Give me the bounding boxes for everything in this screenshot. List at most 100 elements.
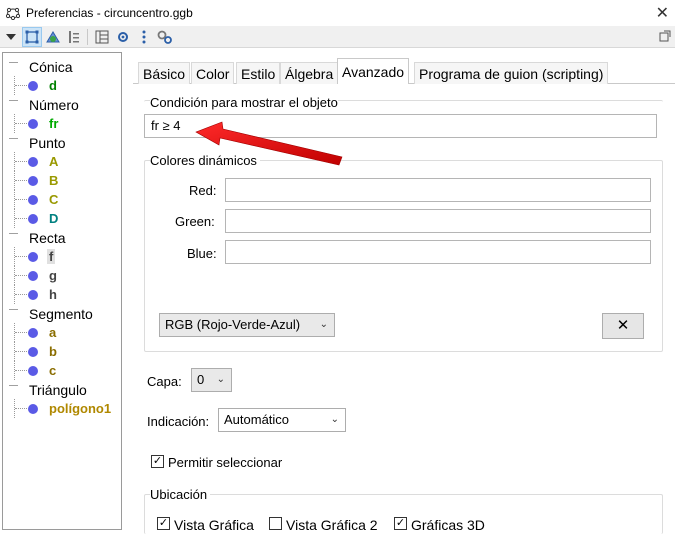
tree-line [15,351,27,352]
collapse-icon[interactable] [9,138,18,147]
point-dot-icon [28,403,38,414]
collapse-icon[interactable] [9,233,18,242]
condition-input[interactable]: fr ≥ 4 [144,114,657,138]
tree-category-label: Recta [29,229,66,246]
tree-line [15,218,27,219]
toolbar-separator [87,28,88,45]
close-icon[interactable]: ✕ [656,3,669,23]
tree-category[interactable]: Triángulo [3,380,121,399]
color-mode-value: RGB (Rojo-Verde-Azul) [165,317,301,332]
tree-item[interactable]: g [3,266,121,285]
tab-1[interactable]: Color [191,62,235,84]
layer-value: 0 [197,372,205,387]
toolbar [0,26,675,48]
tree-category[interactable]: Cónica [3,57,121,76]
tab-2[interactable]: Estilo [236,62,281,84]
tree-category[interactable]: Recta [3,228,121,247]
graphics-view-button[interactable] [43,27,63,47]
tab-3[interactable]: Álgebra [280,62,339,84]
red-input[interactable] [225,178,651,202]
more-options-button[interactable] [134,27,154,47]
blue-input[interactable] [225,240,651,264]
tree-line [15,180,27,181]
blue-label: Blue: [187,246,217,261]
point-dot-icon [28,194,38,205]
objects-icon [25,30,39,43]
dynamic-colors-title: Colores dinámicos [150,153,260,168]
tree-category[interactable]: Punto [3,133,121,152]
tree-item[interactable]: fr [3,114,121,133]
tree-item[interactable]: c [3,361,121,380]
graphics-view-2-checkbox[interactable] [269,517,282,530]
tree-category-label: Punto [29,134,66,151]
tree-item-label: polígono1 [49,401,112,416]
chevron-down-icon: ⌄ [319,319,328,330]
tree-item-label: h [49,287,57,302]
tab-4[interactable]: Avanzado [337,58,410,85]
graphics2-view-button[interactable] [64,27,84,47]
tree-item-label: A [49,154,59,169]
tree-item[interactable]: d [3,76,121,95]
tree-category[interactable]: Número [3,95,121,114]
graphics-3d-label: Gráficas 3D [411,517,485,533]
allow-select-checkbox[interactable]: ✓ [151,455,164,468]
layer-select[interactable]: 0 ⌄ [191,368,232,392]
undock-icon[interactable] [659,30,671,45]
tree-item[interactable]: polígono1 [3,399,121,418]
tree-item-label: B [49,173,59,188]
color-mode-select[interactable]: RGB (Rojo-Verde-Azul) ⌄ [159,313,335,337]
tree-item-label: g [49,268,57,283]
tree-item[interactable]: f [3,247,121,266]
tree-item-label: C [49,192,59,207]
object-tree[interactable]: Cónica d Número fr Punto A B C D Recta f g h Segmento… [2,52,122,530]
tree-category-label: Cónica [29,58,73,75]
point-dot-icon [28,327,38,338]
tree-item[interactable]: a [3,323,121,342]
tree-item[interactable]: h [3,285,121,304]
graphics-view-checkbox[interactable]: ✓ [157,517,170,530]
point-dot-icon [28,251,38,262]
green-label: Green: [175,214,215,229]
tab-0[interactable]: Básico [138,62,191,84]
objects-view-button[interactable] [22,26,42,47]
chevron-down-icon: ⌄ [216,374,225,385]
tree-line [15,85,27,86]
advanced-button[interactable] [155,27,175,47]
graphics-3d-checkbox[interactable]: ✓ [394,517,407,530]
layout-button[interactable] [92,27,112,47]
red-label: Red: [189,183,217,198]
indication-value: Automático [224,412,290,427]
tree-item-label: c [49,363,57,378]
advanced-panel: Condición para mostrar el objeto fr ≥ 4 … [133,84,675,534]
indication-select[interactable]: Automático ⌄ [218,408,346,432]
tree-item[interactable]: A [3,152,121,171]
tree-item[interactable]: B [3,171,121,190]
tab-5[interactable]: Programa de guion (scripting) [414,62,609,84]
tree-item-label: f [47,249,56,264]
location-title: Ubicación [150,487,211,502]
point-dot-icon [28,175,38,186]
point-dot-icon [28,346,38,357]
collapse-icon[interactable] [9,100,18,109]
tree-item[interactable]: b [3,342,121,361]
graphics-view-label: Vista Gráfica [174,517,254,533]
tree-item[interactable]: C [3,190,121,209]
graphics-icon [46,30,60,42]
collapse-icon[interactable] [9,309,18,318]
tree-item-label: fr [49,116,59,131]
geogebra-app-icon [6,7,20,20]
collapse-icon[interactable] [9,62,18,71]
tree-category[interactable]: Segmento [3,304,121,323]
tree-item[interactable]: D [3,209,121,228]
collapse-icon[interactable] [9,385,18,394]
point-dot-icon [28,289,38,300]
defaults-button[interactable] [113,27,133,47]
dropdown-arrow-icon[interactable] [1,27,21,47]
clear-colors-button[interactable]: ✕ [602,313,644,339]
point-dot-icon [28,270,38,281]
condition-title: Condición para mostrar el objeto [150,95,338,110]
point-dot-icon [28,365,38,376]
tree-line [15,256,27,257]
ruler-icon [69,30,79,43]
green-input[interactable] [225,209,651,233]
